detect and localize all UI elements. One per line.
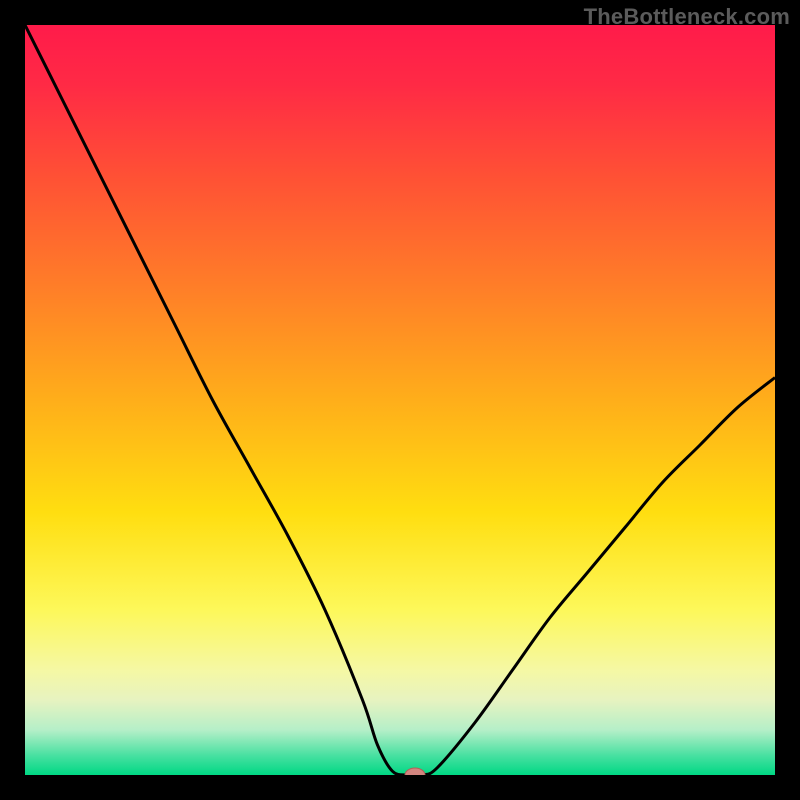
watermark-text: TheBottleneck.com (584, 4, 790, 30)
chart-svg (25, 25, 775, 775)
chart-frame: TheBottleneck.com (0, 0, 800, 800)
chart-background (25, 25, 775, 775)
chart-plot-area (25, 25, 775, 775)
